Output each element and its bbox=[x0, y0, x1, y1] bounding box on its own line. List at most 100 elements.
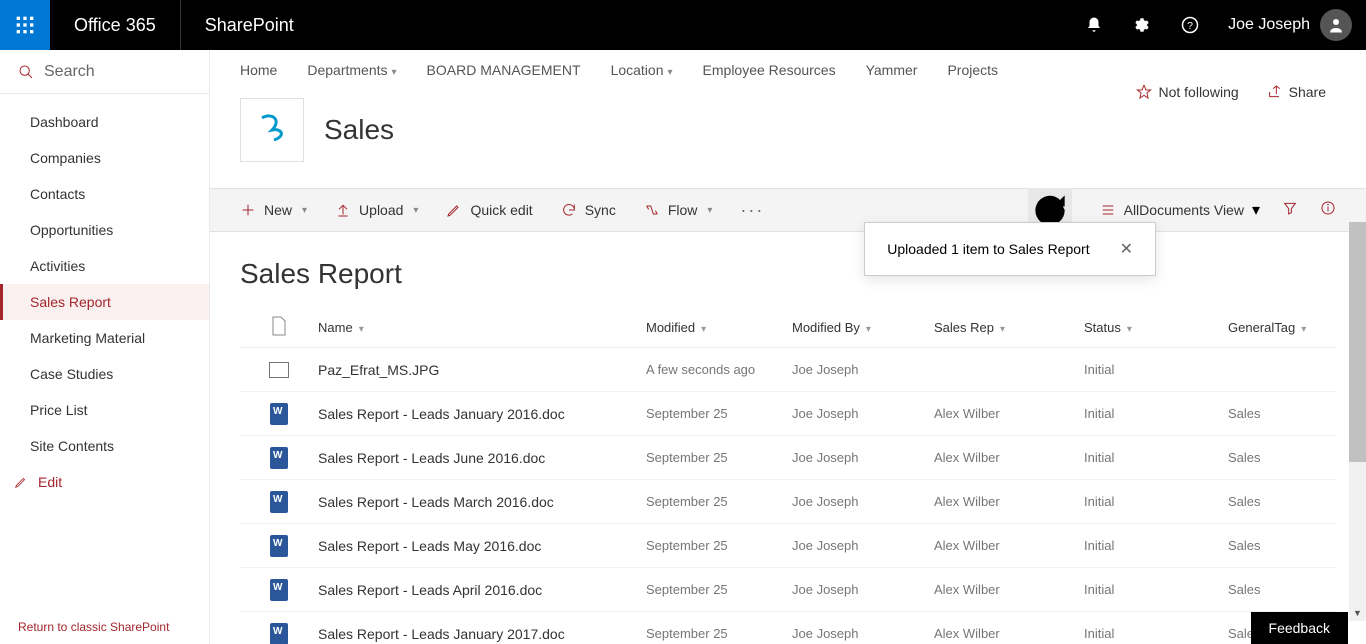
cell-status: Initial bbox=[1084, 362, 1228, 377]
quick-edit-button[interactable]: Quick edit bbox=[446, 202, 532, 218]
cell-modified: A few seconds ago bbox=[646, 362, 792, 377]
table-row[interactable]: Sales Report - Leads April 2016.docSepte… bbox=[240, 568, 1336, 612]
sidebar-item-price-list[interactable]: Price List bbox=[0, 392, 209, 428]
help-button[interactable]: ? bbox=[1166, 0, 1214, 50]
not-following-button[interactable]: Not following bbox=[1136, 84, 1238, 100]
sidebar-item-dashboard[interactable]: Dashboard bbox=[0, 104, 209, 140]
column-header-modified-by[interactable]: Modified By▾ bbox=[792, 320, 934, 335]
new-button[interactable]: New▾ bbox=[240, 202, 307, 218]
hub-nav-projects[interactable]: Projects bbox=[947, 62, 998, 78]
cell-modified-by: Joe Joseph bbox=[792, 626, 934, 641]
star-icon bbox=[1136, 84, 1152, 100]
column-header-modified[interactable]: Modified▾ bbox=[646, 320, 792, 335]
settings-button[interactable] bbox=[1118, 0, 1166, 50]
follow-share-area: Not following Share bbox=[1136, 84, 1326, 100]
upload-icon bbox=[335, 202, 351, 218]
sidebar-item-contacts[interactable]: Contacts bbox=[0, 176, 209, 212]
table-row[interactable]: Sales Report - Leads May 2016.docSeptemb… bbox=[240, 524, 1336, 568]
app-launcher[interactable] bbox=[0, 0, 50, 50]
hub-nav-yammer[interactable]: Yammer bbox=[866, 62, 918, 78]
cell-modified-by: Joe Joseph bbox=[792, 450, 934, 465]
brand-office365[interactable]: Office 365 bbox=[50, 0, 181, 50]
view-selector[interactable]: AllDocuments View ▾ bbox=[1100, 200, 1260, 220]
site-logo[interactable] bbox=[240, 98, 304, 162]
view-label: AllDocuments View bbox=[1124, 202, 1244, 218]
sidebar-item-opportunities[interactable]: Opportunities bbox=[0, 212, 209, 248]
cell-modified-by: Joe Joseph bbox=[792, 362, 934, 377]
word-file-icon bbox=[240, 447, 318, 469]
cell-status: Initial bbox=[1084, 582, 1228, 597]
sidebar-item-sales-report[interactable]: Sales Report bbox=[0, 284, 209, 320]
column-header-type[interactable] bbox=[240, 316, 318, 339]
list-area: Sales Report Name▾ Modified▾ Modified By… bbox=[210, 232, 1366, 644]
table-row[interactable]: Sales Report - Leads January 2017.docSep… bbox=[240, 612, 1336, 644]
not-following-label: Not following bbox=[1158, 84, 1238, 100]
hub-nav-board-management[interactable]: BOARD MANAGEMENT bbox=[427, 62, 581, 78]
search-box[interactable]: Search bbox=[0, 50, 209, 94]
share-icon bbox=[1267, 84, 1283, 100]
brand-sharepoint[interactable]: SharePoint bbox=[181, 15, 318, 36]
cell-name: Sales Report - Leads January 2016.doc bbox=[318, 406, 646, 422]
flow-label: Flow bbox=[668, 202, 698, 218]
cell-modified-by: Joe Joseph bbox=[792, 406, 934, 421]
sidebar-item-site-contents[interactable]: Site Contents bbox=[0, 428, 209, 464]
sidebar-item-activities[interactable]: Activities bbox=[0, 248, 209, 284]
word-file-icon bbox=[240, 535, 318, 557]
chevron-down-icon: ▾ bbox=[1301, 324, 1306, 335]
plus-icon bbox=[240, 202, 256, 218]
column-header-tag[interactable]: GeneralTag▾ bbox=[1228, 320, 1336, 335]
suite-bar: Office 365 SharePoint ? Joe Joseph bbox=[0, 0, 1366, 50]
column-header-name[interactable]: Name▾ bbox=[318, 320, 646, 335]
hub-nav-location[interactable]: Location▾ bbox=[611, 62, 673, 78]
upload-label: Upload bbox=[359, 202, 403, 218]
cell-modified: September 25 bbox=[646, 494, 792, 509]
toast-close-button[interactable]: ✕ bbox=[1120, 239, 1133, 259]
cell-name: Paz_Efrat_MS.JPG bbox=[318, 362, 646, 378]
file-icon bbox=[271, 316, 287, 336]
cell-status: Initial bbox=[1084, 450, 1228, 465]
cell-name: Sales Report - Leads January 2017.doc bbox=[318, 626, 646, 642]
hub-nav-employee-resources[interactable]: Employee Resources bbox=[703, 62, 836, 78]
cell-sales-rep: Alex Wilber bbox=[934, 494, 1084, 509]
edit-nav-label: Edit bbox=[38, 474, 62, 490]
waffle-icon bbox=[15, 15, 35, 35]
table-row[interactable]: Sales Report - Leads March 2016.docSepte… bbox=[240, 480, 1336, 524]
info-button[interactable] bbox=[1320, 200, 1336, 221]
chevron-down-icon: ▾ bbox=[413, 205, 418, 216]
scroll-down-button[interactable]: ▼ bbox=[1349, 604, 1366, 621]
share-button[interactable]: Share bbox=[1267, 84, 1326, 100]
hub-nav-departments[interactable]: Departments▾ bbox=[307, 62, 396, 78]
table-row[interactable]: Sales Report - Leads June 2016.docSeptem… bbox=[240, 436, 1336, 480]
scrollbar-track[interactable] bbox=[1349, 222, 1366, 604]
notifications-button[interactable] bbox=[1070, 0, 1118, 50]
sync-button[interactable]: Sync bbox=[561, 202, 616, 218]
scrollbar-thumb[interactable] bbox=[1349, 222, 1366, 462]
side-nav: DashboardCompaniesContactsOpportunitiesA… bbox=[0, 94, 209, 464]
user-menu[interactable]: Joe Joseph bbox=[1214, 9, 1366, 41]
feedback-tab[interactable]: Feedback bbox=[1251, 612, 1348, 644]
toast-text: Uploaded 1 item to Sales Report bbox=[887, 241, 1089, 257]
hub-nav-home[interactable]: Home bbox=[240, 62, 277, 78]
workspace: Home Departments▾ BOARD MANAGEMENT Location… bbox=[210, 50, 1366, 644]
column-header-sales-rep[interactable]: Sales Rep▾ bbox=[934, 320, 1084, 335]
table-row[interactable]: Sales Report - Leads January 2016.docSep… bbox=[240, 392, 1336, 436]
table-row[interactable]: Paz_Efrat_MS.JPGA few seconds agoJoe Jos… bbox=[240, 348, 1336, 392]
upload-button[interactable]: Upload ▾ bbox=[335, 202, 418, 218]
chevron-down-icon: ▾ bbox=[707, 205, 712, 216]
upload-toast: Uploaded 1 item to Sales Report ✕ bbox=[864, 222, 1156, 276]
flow-button[interactable]: Flow ▾ bbox=[644, 202, 713, 218]
column-header-status[interactable]: Status▾ bbox=[1084, 320, 1228, 335]
sidebar-item-case-studies[interactable]: Case Studies bbox=[0, 356, 209, 392]
filter-button[interactable] bbox=[1282, 200, 1298, 221]
sidebar-item-marketing-material[interactable]: Marketing Material bbox=[0, 320, 209, 356]
pencil-icon bbox=[446, 202, 462, 218]
word-file-icon bbox=[240, 579, 318, 601]
chevron-down-icon: ▾ bbox=[302, 205, 307, 216]
search-placeholder: Search bbox=[44, 63, 95, 81]
question-icon: ? bbox=[1181, 16, 1199, 34]
more-button[interactable]: ··· bbox=[740, 200, 764, 221]
edit-nav-link[interactable]: Edit bbox=[0, 464, 209, 500]
cell-tag: Sales bbox=[1228, 582, 1336, 597]
sidebar-item-companies[interactable]: Companies bbox=[0, 140, 209, 176]
return-classic-link[interactable]: Return to classic SharePoint bbox=[0, 610, 209, 644]
